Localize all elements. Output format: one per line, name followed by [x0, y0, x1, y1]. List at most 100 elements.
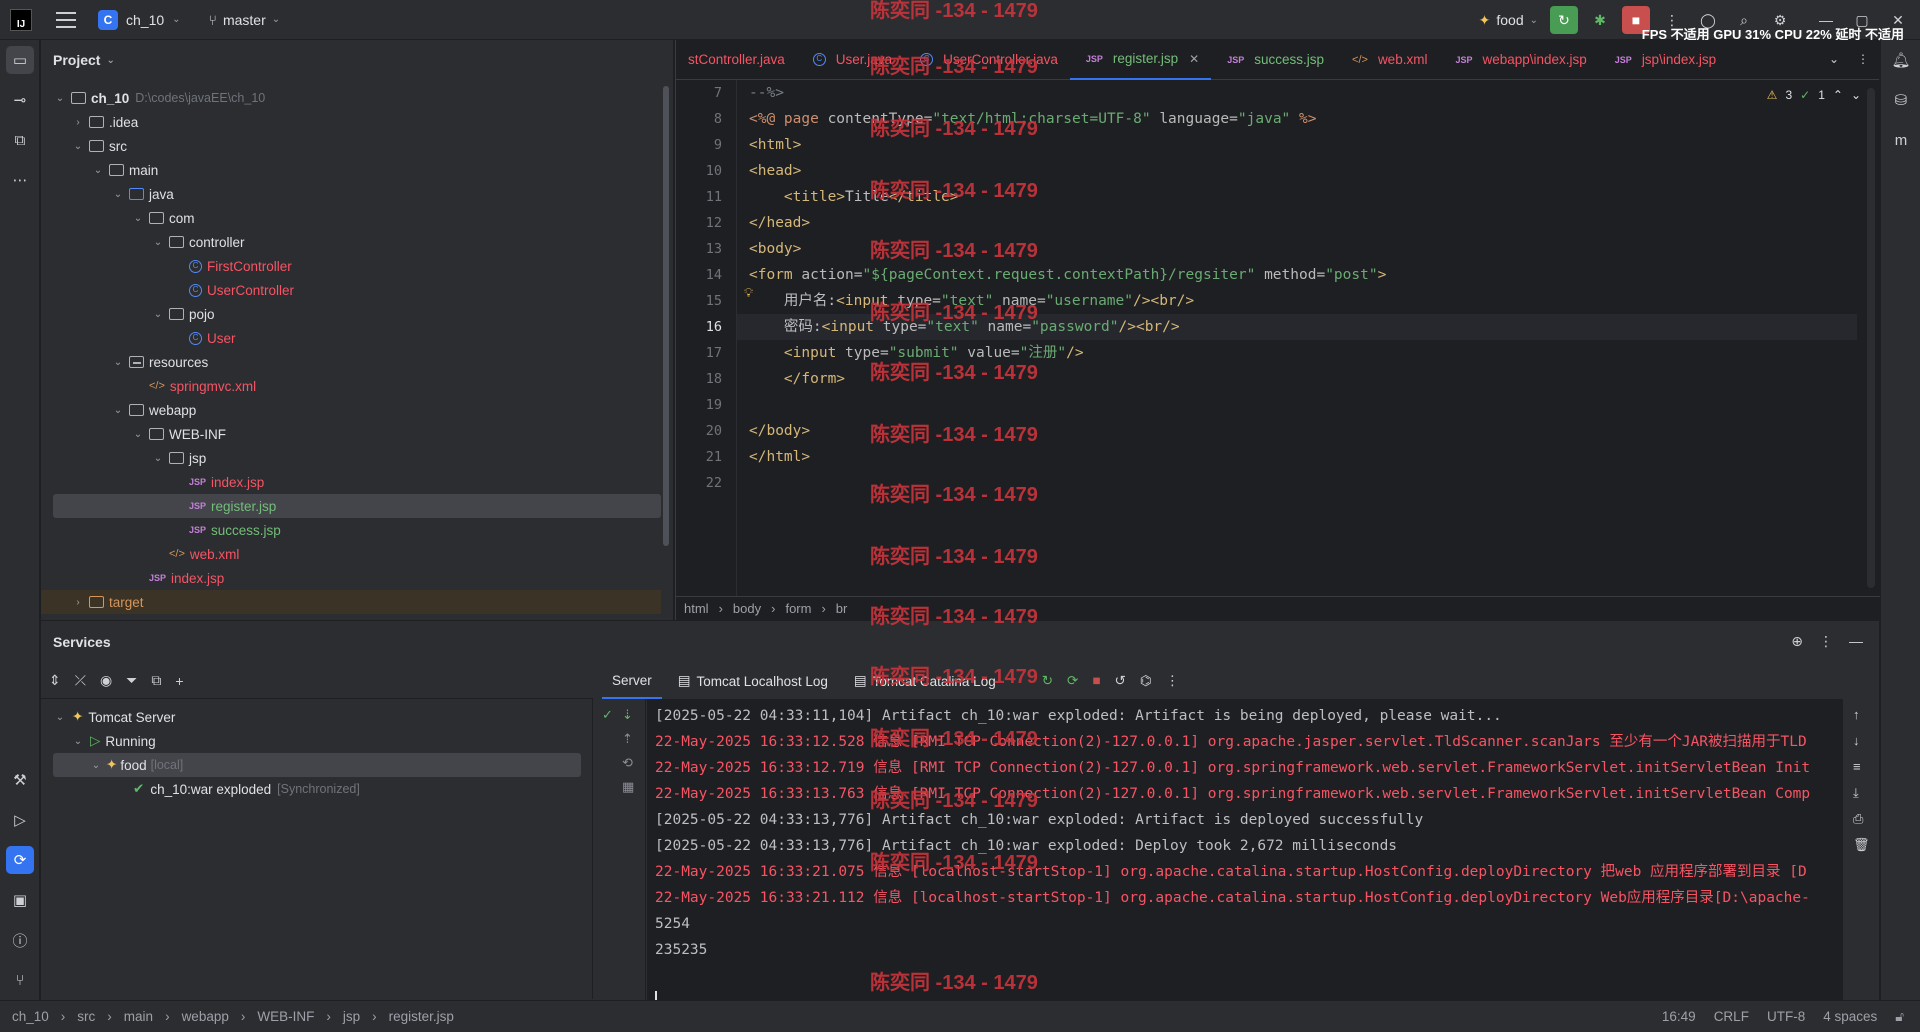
update-icon[interactable]: ↺: [1115, 673, 1126, 689]
tab-user-java[interactable]: C User.java: [797, 40, 904, 80]
status-crumb[interactable]: webapp: [182, 1009, 229, 1024]
service-food-config[interactable]: ⌄ ✦ food [local]: [53, 753, 581, 777]
tree-item-src[interactable]: ⌄ src: [41, 134, 661, 158]
tree-item-jsp-folder[interactable]: ⌄ jsp: [41, 446, 661, 470]
caret-position[interactable]: 16:49: [1662, 1009, 1696, 1025]
run-config-selector[interactable]: ✦ food ⌄: [1479, 12, 1538, 29]
breadcrumb-item[interactable]: br: [836, 601, 848, 616]
scroll-down-icon[interactable]: ↓: [1853, 733, 1860, 748]
tree-item-springmvc-xml[interactable]: </> springmvc.xml: [41, 374, 661, 398]
redeploy-icon[interactable]: ⟳: [1067, 673, 1078, 689]
service-running-group[interactable]: ⌄ ▷ Running: [71, 729, 156, 753]
status-crumb[interactable]: WEB-INF: [257, 1009, 314, 1024]
status-crumb[interactable]: register.jsp: [389, 1009, 454, 1024]
tab-usercontroller[interactable]: C UserController.java: [904, 40, 1070, 80]
tree-item-web-xml[interactable]: </> web.xml: [41, 542, 661, 566]
tree-item-success-jsp[interactable]: JSP success.jsp: [41, 518, 661, 542]
scroll-to-end-icon[interactable]: ⤓: [1853, 785, 1859, 801]
tree-item-user[interactable]: C User: [41, 326, 661, 350]
project-panel-title[interactable]: Project ⌄: [41, 40, 673, 80]
tree-item-webapp-index-jsp[interactable]: JSP index.jsp: [41, 566, 661, 590]
tab-tomcat-catalina-log[interactable]: ▤ Tomcat Catalina Log: [844, 663, 1006, 699]
app-logo-icon[interactable]: IJ: [10, 8, 32, 31]
tree-item-java[interactable]: ⌄ java: [41, 182, 661, 206]
code-area[interactable]: --%> <%@ page contentType="text/html;cha…: [736, 80, 1880, 596]
new-tab-icon[interactable]: ⧉: [151, 672, 161, 689]
tab-server[interactable]: Server: [602, 663, 662, 699]
undeploy-icon[interactable]: ⇡: [622, 731, 633, 747]
maven-tool-icon[interactable]: m: [1887, 126, 1915, 154]
chevron-down-icon[interactable]: ⌄: [1829, 52, 1839, 66]
project-switcher[interactable]: C ch_10 ⌄: [98, 9, 181, 30]
tree-item-main[interactable]: ⌄ main: [41, 158, 661, 182]
refresh-icon[interactable]: ⟲: [622, 755, 633, 771]
more-actions-icon[interactable]: ⋮: [1166, 673, 1180, 689]
tree-item-root[interactable]: ⌄ ch_10 D:\codes\javaEE\ch_10: [41, 86, 661, 110]
tree-item-resources[interactable]: ⌄ resources: [41, 350, 661, 374]
more-tools-icon[interactable]: ⋯: [6, 166, 34, 194]
soft-wrap-icon[interactable]: ≡: [1853, 759, 1861, 774]
artifact-icon[interactable]: ▦: [622, 779, 634, 795]
tree-item-idea[interactable]: › .idea: [41, 110, 661, 134]
breadcrumb-item[interactable]: html: [684, 601, 709, 616]
editor-scrollbar[interactable]: [1867, 88, 1875, 588]
lock-icon[interactable]: 🔓︎: [1895, 1009, 1904, 1025]
database-tool-icon[interactable]: ⛁: [1887, 86, 1915, 114]
main-menu-icon[interactable]: [56, 11, 76, 28]
tab-success-jsp[interactable]: JSP success.jsp: [1211, 40, 1336, 80]
status-crumb[interactable]: main: [124, 1009, 153, 1024]
more-actions-icon[interactable]: ⋮: [1819, 633, 1833, 650]
tree-item-controller[interactable]: ⌄ controller: [41, 230, 661, 254]
structure-tool-icon[interactable]: ⧉: [6, 126, 34, 154]
project-tool-icon[interactable]: ▭: [6, 46, 34, 74]
build-tool-icon[interactable]: ⚒: [6, 766, 34, 794]
breadcrumb-item[interactable]: body: [733, 601, 761, 616]
git-tool-icon[interactable]: ⑂: [6, 966, 34, 994]
tab-tomcat-localhost-log[interactable]: ▤ Tomcat Localhost Log: [668, 663, 838, 699]
add-service-icon[interactable]: +: [175, 673, 183, 689]
stop-icon[interactable]: ■: [1092, 673, 1100, 689]
tree-item-firstcontroller[interactable]: C FirstController: [41, 254, 661, 278]
attach-debugger-icon[interactable]: ⌬: [1140, 673, 1152, 689]
print-icon[interactable]: ⎙: [1853, 811, 1863, 827]
tree-item-com[interactable]: ⌄ com: [41, 206, 661, 230]
notifications-icon[interactable]: 🔔︎: [1887, 46, 1915, 74]
problems-tool-icon[interactable]: ⓘ: [6, 926, 34, 954]
collapse-all-icon[interactable]: ⤫: [75, 672, 86, 689]
filter-icon[interactable]: ⏷: [126, 672, 137, 689]
target-icon[interactable]: ⊕: [1791, 633, 1803, 650]
server-console[interactable]: [2025-05-22 04:33:11,104] Artifact ch_10…: [647, 699, 1843, 1001]
service-tomcat-server[interactable]: ⌄ ✦ Tomcat Server: [53, 705, 176, 729]
tree-item-webapp[interactable]: ⌄ webapp: [41, 398, 661, 422]
tab-register-jsp[interactable]: JSP register.jsp ✕: [1069, 40, 1212, 80]
hide-panel-icon[interactable]: —: [1849, 633, 1863, 650]
tab-firstcontroller[interactable]: stController.java: [676, 40, 797, 80]
show-icon[interactable]: ◉: [100, 672, 112, 689]
status-crumb[interactable]: src: [77, 1009, 95, 1024]
debug-button[interactable]: ✱: [1586, 6, 1614, 34]
run-tool-icon[interactable]: ▷: [6, 806, 34, 834]
expand-all-icon[interactable]: ⇕: [49, 672, 61, 689]
status-crumb[interactable]: ch_10: [12, 1009, 49, 1024]
close-tab-icon[interactable]: ✕: [1189, 52, 1199, 66]
tree-item-web-inf[interactable]: ⌄ WEB-INF: [41, 422, 661, 446]
tree-item-pojo[interactable]: ⌄ pojo: [41, 302, 661, 326]
service-artifact[interactable]: ✔ ch_10:war exploded [Synchronized]: [133, 777, 360, 801]
more-actions-icon[interactable]: ⋮: [1857, 52, 1869, 66]
services-tool-icon[interactable]: ⟳: [6, 846, 34, 874]
scroll-up-icon[interactable]: ↑: [1853, 707, 1860, 722]
tree-item-index-jsp[interactable]: JSP index.jsp: [41, 470, 661, 494]
project-scrollbar[interactable]: [663, 86, 669, 546]
tree-item-usercontroller[interactable]: C UserController: [41, 278, 661, 302]
terminal-tool-icon[interactable]: ▣: [6, 886, 34, 914]
tab-jsp-index-jsp[interactable]: JSP jsp\index.jsp: [1599, 40, 1728, 80]
tab-web-xml[interactable]: </> web.xml: [1336, 40, 1439, 80]
rerun-icon[interactable]: ↻: [1042, 673, 1053, 689]
rerun-button[interactable]: ↻: [1550, 6, 1578, 34]
file-encoding[interactable]: UTF-8: [1767, 1009, 1805, 1025]
indent-setting[interactable]: 4 spaces: [1823, 1009, 1877, 1025]
vcs-branch-switcher[interactable]: ⑂ master ⌄: [209, 12, 281, 28]
tree-item-register-jsp[interactable]: JSP register.jsp: [53, 494, 661, 518]
clear-all-icon[interactable]: 🗑︎: [1853, 837, 1870, 853]
tree-item-target[interactable]: › target: [41, 590, 661, 614]
